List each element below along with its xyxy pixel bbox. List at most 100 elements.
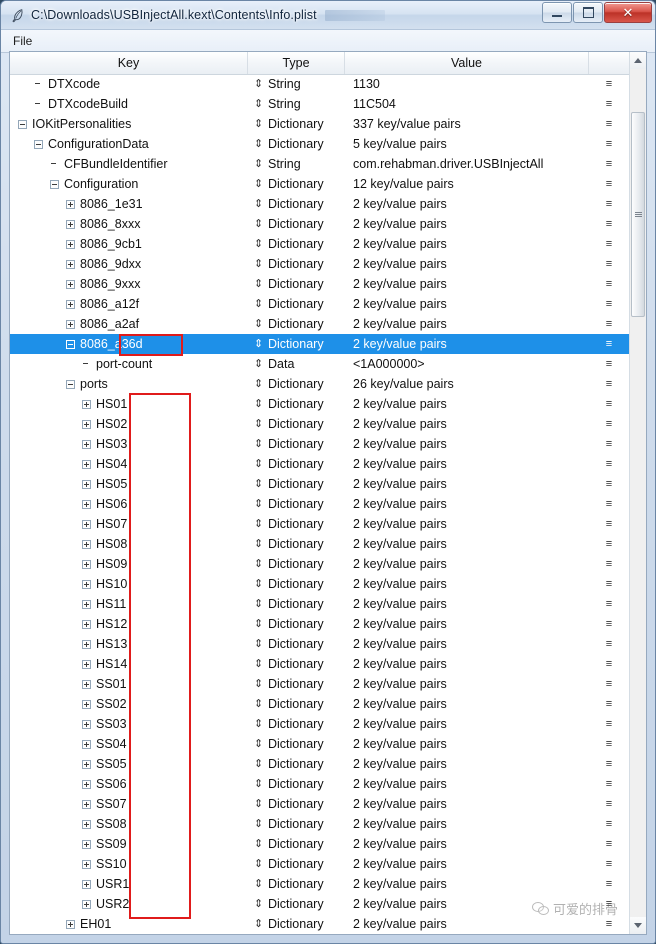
cell-value[interactable]: 2 key/value pairs [345,234,589,254]
row-menu-button[interactable]: ≡ [589,534,629,554]
expand-icon[interactable] [66,279,75,289]
cell-type[interactable]: ⇕ Dictionary [248,734,345,754]
table-row[interactable]: HS12 ⇕ Dictionary 2 key/value pairs ≡ [10,614,629,634]
cell-value[interactable]: 2 key/value pairs [345,534,589,554]
row-menu-button[interactable]: ≡ [589,94,629,114]
row-menu-button[interactable]: ≡ [589,74,629,94]
expand-icon[interactable] [66,919,75,929]
cell-value[interactable]: 2 key/value pairs [345,314,589,334]
type-stepper-icon[interactable]: ⇕ [254,178,263,190]
cell-value[interactable]: com.rehabman.driver.USBInjectAll [345,154,589,174]
table-row[interactable]: ports ⇕ Dictionary 26 key/value pairs ≡ [10,374,629,394]
cell-type[interactable]: ⇕ Dictionary [248,514,345,534]
table-row[interactable]: USR2 ⇕ Dictionary 2 key/value pairs ≡ [10,894,629,914]
expand-icon[interactable] [66,299,75,309]
cell-type[interactable]: ⇕ String [248,74,345,94]
type-stepper-icon[interactable]: ⇕ [254,98,263,110]
cell-value[interactable]: 2 key/value pairs [345,694,589,714]
cell-value[interactable]: 2 key/value pairs [345,454,589,474]
row-menu-button[interactable]: ≡ [589,754,629,774]
row-menu-button[interactable]: ≡ [589,654,629,674]
row-menu-button[interactable]: ≡ [589,214,629,234]
expand-icon[interactable] [82,519,91,529]
cell-value[interactable]: 2 key/value pairs [345,434,589,454]
cell-type[interactable]: ⇕ Dictionary [248,534,345,554]
row-menu-button[interactable]: ≡ [589,114,629,134]
table-row[interactable]: HS03 ⇕ Dictionary 2 key/value pairs ≡ [10,434,629,454]
table-row[interactable]: HS11 ⇕ Dictionary 2 key/value pairs ≡ [10,594,629,614]
cell-type[interactable]: ⇕ Dictionary [248,774,345,794]
row-menu-button[interactable]: ≡ [589,254,629,274]
cell-type[interactable]: ⇕ Dictionary [248,574,345,594]
table-row[interactable]: port-count ⇕ Data <1A000000> ≡ [10,354,629,374]
table-row[interactable]: HS09 ⇕ Dictionary 2 key/value pairs ≡ [10,554,629,574]
cell-value[interactable]: 2 key/value pairs [345,254,589,274]
row-menu-button[interactable]: ≡ [589,394,629,414]
type-stepper-icon[interactable]: ⇕ [254,238,263,250]
table-row[interactable]: 8086_a36d ⇕ Dictionary 2 key/value pairs ≡ [10,334,629,354]
type-stepper-icon[interactable]: ⇕ [254,398,263,410]
type-stepper-icon[interactable]: ⇕ [254,738,263,750]
cell-value[interactable]: 2 key/value pairs [345,194,589,214]
expand-icon[interactable] [82,539,91,549]
cell-type[interactable]: ⇕ Dictionary [248,694,345,714]
expand-icon[interactable] [82,459,91,469]
row-menu-button[interactable]: ≡ [589,734,629,754]
type-stepper-icon[interactable]: ⇕ [254,478,263,490]
cell-value[interactable]: 2 key/value pairs [345,774,589,794]
expand-icon[interactable] [82,559,91,569]
table-row[interactable]: ConfigurationData ⇕ Dictionary 5 key/value … [10,134,629,154]
row-menu-button[interactable]: ≡ [589,794,629,814]
cell-type[interactable]: ⇕ Dictionary [248,474,345,494]
type-stepper-icon[interactable]: ⇕ [254,338,263,350]
cell-type[interactable]: ⇕ Dictionary [248,874,345,894]
cell-type[interactable]: ⇕ Dictionary [248,374,345,394]
type-stepper-icon[interactable]: ⇕ [254,418,263,430]
cell-value[interactable]: 2 key/value pairs [345,594,589,614]
expand-icon[interactable] [82,779,91,789]
table-row[interactable]: SS06 ⇕ Dictionary 2 key/value pairs ≡ [10,774,629,794]
column-header-type[interactable]: Type [248,52,345,74]
cell-value[interactable]: 2 key/value pairs [345,654,589,674]
column-header-key[interactable]: Key [10,52,248,74]
type-stepper-icon[interactable]: ⇕ [254,558,263,570]
cell-type[interactable]: ⇕ Dictionary [248,274,345,294]
cell-type[interactable]: ⇕ Dictionary [248,714,345,734]
expand-icon[interactable] [82,759,91,769]
table-row[interactable]: HS07 ⇕ Dictionary 2 key/value pairs ≡ [10,514,629,534]
table-row[interactable]: SS05 ⇕ Dictionary 2 key/value pairs ≡ [10,754,629,774]
expand-icon[interactable] [82,799,91,809]
cell-value[interactable]: 5 key/value pairs [345,134,589,154]
cell-value[interactable]: 2 key/value pairs [345,734,589,754]
row-menu-button[interactable]: ≡ [589,494,629,514]
type-stepper-icon[interactable]: ⇕ [254,458,263,470]
collapse-icon[interactable] [66,339,75,349]
expand-icon[interactable] [66,259,75,269]
cell-type[interactable]: ⇕ Dictionary [248,414,345,434]
title-bar[interactable]: C:\Downloads\USBInjectAll.kext\Contents\… [1,1,655,30]
table-row[interactable]: 8086_8xxx ⇕ Dictionary 2 key/value pairs ≡ [10,214,629,234]
row-menu-button[interactable]: ≡ [589,574,629,594]
expand-icon[interactable] [82,839,91,849]
row-menu-button[interactable]: ≡ [589,834,629,854]
table-row[interactable]: 8086_9cb1 ⇕ Dictionary 2 key/value pairs ≡ [10,234,629,254]
cell-value[interactable]: 2 key/value pairs [345,714,589,734]
type-stepper-icon[interactable]: ⇕ [254,818,263,830]
expand-icon[interactable] [82,739,91,749]
cell-type[interactable]: ⇕ Dictionary [248,914,345,934]
type-stepper-icon[interactable]: ⇕ [254,838,263,850]
column-header-value[interactable]: Value [345,52,589,74]
type-stepper-icon[interactable]: ⇕ [254,278,263,290]
row-menu-button[interactable]: ≡ [589,874,629,894]
row-menu-button[interactable]: ≡ [589,174,629,194]
cell-value[interactable]: 2 key/value pairs [345,574,589,594]
expand-icon[interactable] [82,699,91,709]
expand-icon[interactable] [66,219,75,229]
row-menu-button[interactable]: ≡ [589,354,629,374]
type-stepper-icon[interactable]: ⇕ [254,758,263,770]
scroll-down-button[interactable] [630,917,646,934]
cell-type[interactable]: ⇕ Dictionary [248,814,345,834]
type-stepper-icon[interactable]: ⇕ [254,438,263,450]
row-menu-button[interactable]: ≡ [589,814,629,834]
menu-item-file[interactable]: File [5,32,40,50]
